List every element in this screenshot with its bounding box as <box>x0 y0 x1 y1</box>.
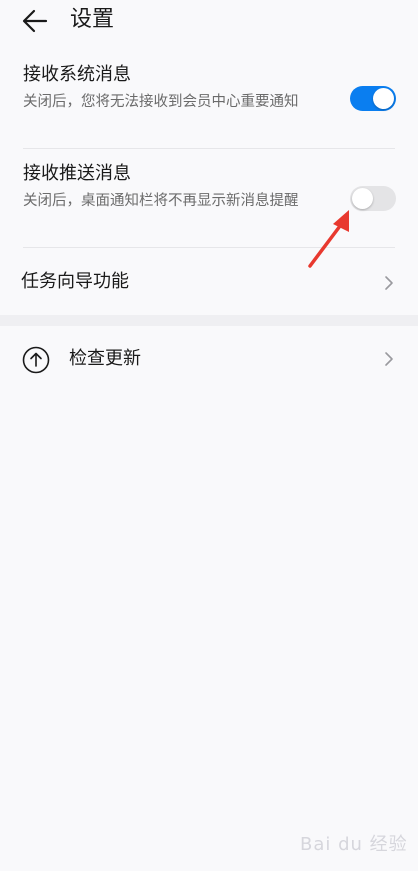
upgrade-arrow-icon <box>22 346 50 374</box>
chevron-right-icon <box>385 352 393 366</box>
page-title: 设置 <box>70 7 115 32</box>
annotation-arrow-icon <box>308 210 349 268</box>
check-update-row[interactable]: 检查更新 <box>0 326 418 392</box>
task-guide-title: 任务向导功能 <box>21 271 129 292</box>
system-messages-desc: 关闭后，您将无法接收到会员中心重要通知 <box>23 94 299 110</box>
push-messages-desc: 关闭后，桌面通知栏将不再显示新消息提醒 <box>23 193 299 209</box>
header: 设置 <box>0 0 418 44</box>
setting-system-messages: 接收系统消息 关闭后，您将无法接收到会员中心重要通知 <box>0 50 418 150</box>
watermark: Bai du 经验 <box>300 834 408 855</box>
push-messages-title: 接收推送消息 <box>23 163 131 184</box>
system-messages-title: 接收系统消息 <box>23 64 131 85</box>
chevron-right-icon <box>385 276 393 290</box>
section-separator <box>0 315 418 326</box>
back-arrow-icon[interactable] <box>20 6 50 36</box>
check-update-title: 检查更新 <box>69 348 141 369</box>
system-messages-toggle[interactable] <box>350 86 396 111</box>
toggle-knob <box>373 88 394 109</box>
